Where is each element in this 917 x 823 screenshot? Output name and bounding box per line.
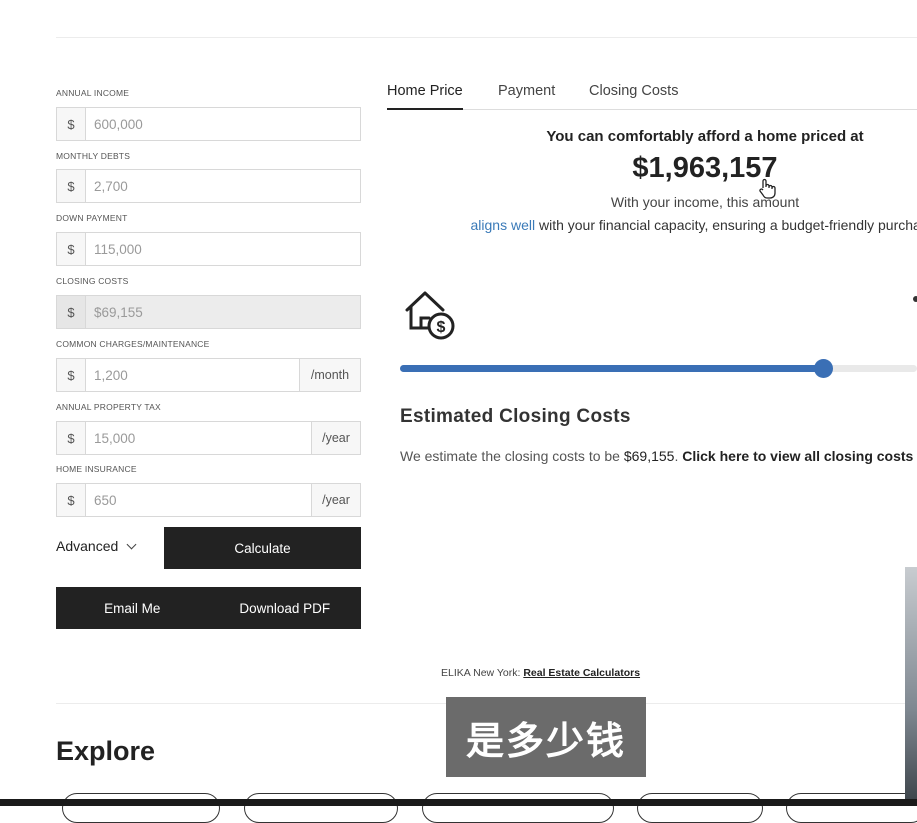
aligns-well-highlight: aligns well bbox=[470, 217, 536, 233]
indicator-dot bbox=[913, 296, 917, 302]
afford-detail: aligns well with your financial capacity… bbox=[387, 217, 917, 233]
currency-prefix: $ bbox=[57, 484, 86, 516]
closing-costs-field: $ $69,155 bbox=[56, 295, 361, 329]
currency-prefix: $ bbox=[57, 108, 86, 140]
common-charges-field[interactable]: $ 1,200 /month bbox=[56, 358, 361, 392]
common-charges-input[interactable]: 1,200 bbox=[86, 359, 299, 391]
down-payment-field[interactable]: $ 115,000 bbox=[56, 232, 361, 266]
estimate-amount: $69,155 bbox=[623, 448, 675, 464]
action-buttons: Email Me Download PDF bbox=[56, 587, 361, 629]
estimated-closing-costs-title: Estimated Closing Costs bbox=[400, 406, 631, 427]
email-me-button[interactable]: Email Me bbox=[56, 587, 209, 629]
advanced-toggle[interactable]: Advanced bbox=[56, 538, 137, 554]
per-month-suffix: /month bbox=[299, 359, 360, 391]
currency-prefix: $ bbox=[57, 233, 86, 265]
explore-pill[interactable] bbox=[637, 793, 763, 823]
home-insurance-input[interactable]: 650 bbox=[86, 484, 311, 516]
tab-closing-costs[interactable]: Closing Costs bbox=[589, 83, 678, 108]
house-dollar-icon: $ bbox=[405, 291, 455, 340]
calculate-button[interactable]: Calculate bbox=[164, 527, 361, 569]
down-payment-label: DOWN PAYMENT bbox=[56, 213, 128, 223]
annual-income-field[interactable]: $ 600,000 bbox=[56, 107, 361, 141]
common-charges-label: COMMON CHARGES/MAINTENANCE bbox=[56, 339, 210, 349]
footer-credit: ELIKA New York: Real Estate Calculators bbox=[441, 667, 640, 679]
home-insurance-label: HOME INSURANCE bbox=[56, 464, 137, 474]
afford-detail-rest: with your financial capacity, ensuring a… bbox=[535, 217, 917, 233]
monthly-debts-field[interactable]: $ 2,700 bbox=[56, 169, 361, 203]
down-payment-input[interactable]: 115,000 bbox=[86, 233, 360, 265]
per-year-suffix: /year bbox=[311, 484, 360, 516]
credit-prefix: ELIKA New York: bbox=[441, 667, 524, 679]
estimated-closing-costs-text: We estimate the closing costs to be $69,… bbox=[400, 448, 913, 464]
download-pdf-button[interactable]: Download PDF bbox=[209, 587, 362, 629]
currency-prefix: $ bbox=[57, 422, 86, 454]
home-insurance-field[interactable]: $ 650 /year bbox=[56, 483, 361, 517]
afford-headline: You can comfortably afford a home priced… bbox=[546, 128, 864, 145]
chevron-down-icon bbox=[126, 539, 137, 549]
advanced-label: Advanced bbox=[56, 538, 119, 554]
closing-costs-value: $69,155 bbox=[94, 304, 143, 320]
property-tax-input[interactable]: 15,000 bbox=[86, 422, 311, 454]
tab-home-price[interactable]: Home Price bbox=[387, 83, 463, 110]
estimate-prefix: We estimate the closing costs to be bbox=[400, 448, 624, 464]
explore-pill[interactable] bbox=[62, 793, 220, 823]
annual-income-label: ANNUAL INCOME bbox=[56, 88, 130, 98]
view-closing-costs-link[interactable]: Click here to view all closing costs bbox=[682, 448, 913, 464]
price-slider-fill bbox=[400, 365, 823, 372]
monthly-debts-input[interactable]: 2,700 bbox=[86, 170, 360, 202]
subtitle-caption: 是多少钱 bbox=[446, 697, 646, 777]
real-estate-calculators-link[interactable]: Real Estate Calculators bbox=[523, 667, 640, 679]
explore-pill[interactable] bbox=[422, 793, 614, 823]
hand-cursor-icon bbox=[759, 178, 776, 199]
video-overlay-edge bbox=[905, 567, 917, 806]
explore-heading: Explore bbox=[56, 736, 156, 766]
closing-costs-label: CLOSING COSTS bbox=[56, 276, 129, 286]
property-tax-label: ANNUAL PROPERTY TAX bbox=[56, 402, 161, 412]
currency-prefix: $ bbox=[57, 170, 86, 202]
top-divider bbox=[56, 37, 917, 38]
price-slider-thumb[interactable] bbox=[814, 359, 833, 378]
tab-payment[interactable]: Payment bbox=[498, 83, 555, 108]
result-tabs: Home Price Payment Closing Costs bbox=[387, 83, 917, 110]
property-tax-field[interactable]: $ 15,000 /year bbox=[56, 421, 361, 455]
afford-price: $1,963,157 bbox=[632, 152, 778, 184]
currency-prefix: $ bbox=[57, 359, 86, 391]
afford-subline: With your income, this amount bbox=[610, 194, 800, 210]
monthly-debts-label: MONTHLY DEBTS bbox=[56, 151, 131, 161]
annual-income-input[interactable]: 600,000 bbox=[86, 108, 360, 140]
explore-pill[interactable] bbox=[244, 793, 398, 823]
svg-text:$: $ bbox=[437, 319, 446, 336]
per-year-suffix: /year bbox=[311, 422, 360, 454]
explore-pill[interactable] bbox=[786, 793, 917, 823]
currency-prefix: $ bbox=[57, 296, 86, 328]
bottom-bar bbox=[0, 799, 917, 806]
